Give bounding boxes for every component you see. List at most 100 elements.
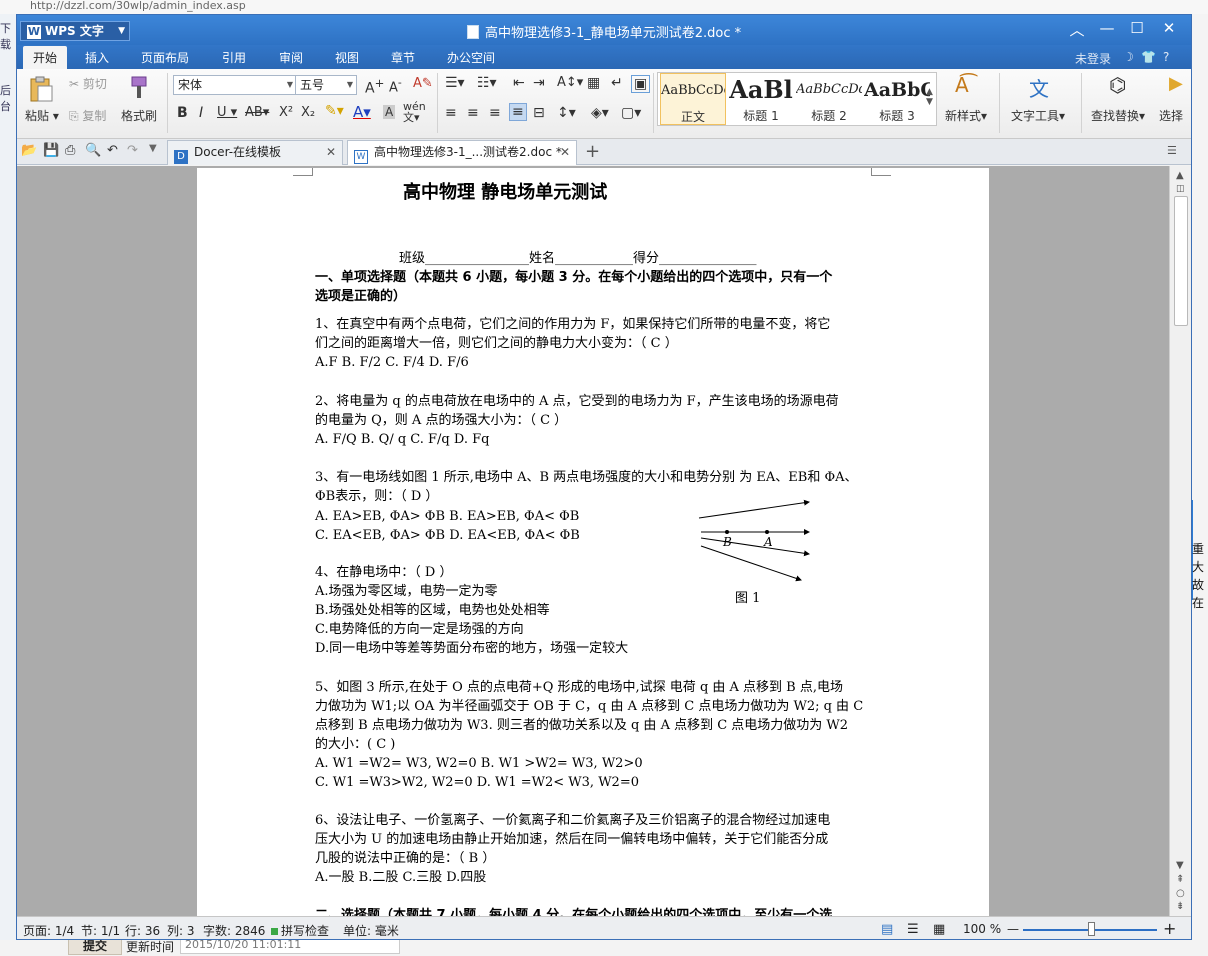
clear-format-icon[interactable]: A✎ — [413, 76, 433, 91]
copy-button[interactable]: ⎘ 复制 — [69, 107, 106, 124]
close-icon[interactable]: ✕ — [560, 141, 570, 164]
outline-view-icon[interactable]: ☰ — [907, 922, 919, 937]
maximize-button[interactable]: ☐ — [1125, 19, 1149, 37]
unit-indicator[interactable]: 单位: 毫米 — [343, 922, 399, 939]
login-status[interactable]: 未登录 — [1075, 50, 1111, 67]
select-browse-icon[interactable]: ◫ — [1176, 184, 1185, 194]
new-tab-button[interactable]: + — [585, 141, 600, 162]
bullet-list-icon[interactable]: ☰▾ — [445, 75, 465, 91]
column-indicator[interactable]: 列: 3 — [167, 922, 195, 939]
find-replace-button[interactable]: 查找替换▾ — [1091, 107, 1145, 124]
align-right-icon[interactable]: ≡ — [489, 105, 501, 121]
italic-button[interactable]: I — [199, 105, 203, 121]
format-painter-button[interactable]: 格式刷 — [121, 107, 157, 124]
new-style-button[interactable]: 新样式▾ — [945, 107, 987, 124]
spell-check-toggle[interactable]: 拼写检查 — [271, 922, 329, 939]
superscript-button[interactable]: X² — [279, 105, 293, 120]
justify-icon[interactable]: ≡ — [509, 103, 527, 121]
tab-insert[interactable]: 插入 — [85, 49, 109, 66]
show-hide-icon[interactable]: ▣ — [631, 75, 651, 93]
tab-review[interactable]: 审阅 — [279, 49, 303, 66]
underline-button[interactable]: U ▾ — [217, 105, 237, 120]
table-icon[interactable]: ▦ — [587, 75, 600, 91]
close-button[interactable]: ✕ — [1157, 19, 1181, 37]
paragraph-mark-icon[interactable]: ↵ — [611, 75, 623, 91]
print-preview-icon[interactable]: 🔍 — [85, 143, 101, 158]
tab-current-document[interactable]: W 高中物理选修3-1_...测试卷2.doc * ✕ — [347, 140, 577, 165]
shrink-font-button[interactable]: A- — [389, 76, 402, 95]
cut-button[interactable]: ✂ 剪切 — [69, 75, 107, 92]
previous-page-icon[interactable]: ⇞ — [1176, 874, 1184, 885]
grow-font-button[interactable]: A+ — [365, 76, 384, 97]
paste-button[interactable]: 粘贴 ▾ — [25, 107, 59, 124]
zoom-slider-thumb[interactable] — [1088, 922, 1095, 936]
line-spacing-icon[interactable]: ↕▾ — [557, 105, 576, 121]
zoom-level[interactable]: 100 % — [963, 922, 1001, 936]
decrease-indent-icon[interactable]: ⇤ — [513, 75, 525, 91]
select-button[interactable]: 选择 — [1159, 107, 1183, 124]
page-view-icon[interactable]: ▤ — [881, 922, 893, 937]
scroll-down-icon[interactable]: ▼ — [1176, 860, 1184, 871]
bold-button[interactable]: B — [177, 105, 188, 121]
tab-docer[interactable]: D Docer-在线模板 ✕ — [167, 140, 343, 165]
text-tools-button[interactable]: 文字工具▾ — [1011, 107, 1065, 124]
select-cursor-icon[interactable]: ▶ — [1169, 73, 1183, 94]
zoom-out-button[interactable]: — — [1007, 922, 1019, 936]
char-shading-button[interactable]: A — [383, 105, 396, 119]
strikethrough-button[interactable]: AB▾ — [245, 105, 269, 120]
style-heading-1[interactable]: AaBl 标题 1 — [728, 73, 794, 125]
tab-view[interactable]: 视图 — [335, 49, 359, 66]
paste-icon[interactable] — [27, 75, 55, 103]
border-icon[interactable]: ▢▾ — [621, 105, 641, 121]
tab-start[interactable]: 开始 — [23, 46, 68, 69]
vertical-scrollbar[interactable]: ▲ ◫ ▼ ⇞ ○ ⇟ — [1169, 166, 1191, 916]
tab-page-layout[interactable]: 页面布局 — [141, 49, 189, 66]
section-indicator[interactable]: 节: 1/1 — [81, 922, 120, 939]
scroll-up-icon[interactable]: ▲ — [1176, 170, 1184, 181]
style-gallery-scroll[interactable]: ▲ ▼ — [926, 87, 933, 107]
browse-object-icon[interactable]: ○ — [1176, 888, 1185, 899]
tab-office-space[interactable]: 办公空间 — [447, 49, 495, 66]
quick-access-dropdown[interactable]: ▼ — [149, 143, 157, 154]
redo-icon[interactable]: ↷ — [127, 143, 138, 158]
text-tools-icon[interactable]: 文 — [1029, 73, 1049, 102]
style-normal[interactable]: AaBbCcDd 正文 — [660, 73, 726, 125]
numbered-list-icon[interactable]: ☷▾ — [477, 75, 497, 91]
word-count[interactable]: 字数: 2846 — [203, 922, 265, 939]
scroll-thumb[interactable] — [1174, 196, 1188, 326]
distributed-align-icon[interactable]: ⊟ — [533, 105, 545, 121]
align-center-icon[interactable]: ≡ — [467, 105, 479, 121]
zoom-in-button[interactable]: + — [1163, 919, 1176, 938]
tab-references[interactable]: 引用 — [222, 49, 246, 66]
minimize-button[interactable]: — — [1095, 19, 1119, 37]
sort-icon[interactable]: A↕▾ — [557, 75, 583, 90]
print-icon[interactable]: ⎙ — [65, 143, 75, 158]
tab-chapter[interactable]: 章节 — [391, 49, 415, 66]
row-indicator[interactable]: 行: 36 — [125, 922, 160, 939]
undo-icon[interactable]: ↶ — [107, 143, 118, 158]
skin-icon[interactable]: ☽ — [1123, 50, 1134, 64]
next-page-icon[interactable]: ⇟ — [1176, 901, 1184, 912]
binoculars-icon[interactable]: ⌬ — [1109, 73, 1126, 97]
ribbon-collapse-button[interactable]: ︿ — [1065, 19, 1089, 40]
save-icon[interactable]: 💾 — [43, 143, 59, 158]
highlight-icon[interactable]: ✎▾ — [325, 103, 344, 119]
style-heading-3[interactable]: AaBbC 标题 3 — [864, 73, 930, 125]
document-page[interactable]: 高中物理 静电场单元测试 班级________________姓名_______… — [197, 168, 989, 916]
style-heading-2[interactable]: AaBbCcDd 标题 2 — [796, 73, 862, 125]
close-icon[interactable]: ✕ — [326, 141, 336, 164]
tab-list-icon[interactable]: ☰ — [1167, 144, 1177, 157]
page-indicator[interactable]: 页面: 1/4 — [23, 922, 74, 939]
new-style-icon[interactable]: A͡ — [955, 73, 969, 97]
increase-indent-icon[interactable]: ⇥ — [533, 75, 545, 91]
subscript-button[interactable]: X₂ — [301, 105, 315, 120]
format-painter-icon[interactable] — [129, 75, 151, 101]
wps-app-menu-button[interactable]: W WPS 文字 ▼ — [20, 21, 130, 41]
font-color-button[interactable]: A▾ — [353, 103, 371, 121]
shirt-icon[interactable]: 👕 — [1141, 50, 1156, 64]
font-name-select[interactable]: 宋体 ▼ — [173, 75, 297, 95]
font-size-select[interactable]: 五号 ▼ — [295, 75, 357, 95]
phonetic-guide-button[interactable]: wén 文▾ — [403, 101, 426, 123]
align-left-icon[interactable]: ≡ — [445, 105, 457, 121]
web-view-icon[interactable]: ▦ — [933, 922, 945, 937]
